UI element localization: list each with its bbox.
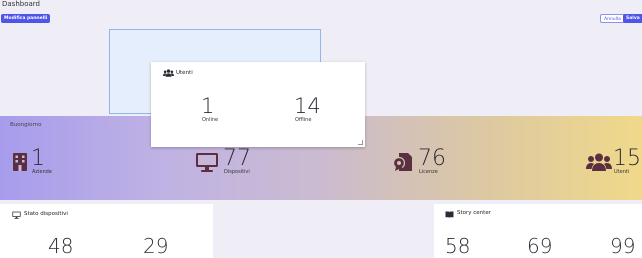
story-center-value-3: 99 bbox=[610, 234, 636, 258]
book-icon bbox=[445, 211, 454, 218]
stat-value-licenses: 76 bbox=[418, 146, 446, 171]
stat-value-devices: 77 bbox=[223, 146, 251, 171]
stat-label-users: Utenti bbox=[614, 169, 630, 175]
stat-value-users: 15 bbox=[613, 146, 641, 171]
device-status-value-1: 48 bbox=[48, 234, 74, 258]
building-icon bbox=[12, 152, 28, 171]
story-center-panel[interactable]: Story center 58 69 99 bbox=[434, 204, 642, 258]
stat-label-companies: Aziende bbox=[32, 169, 52, 175]
device-status-panel[interactable]: Stato dispositivi 48 29 bbox=[0, 204, 213, 258]
license-icon bbox=[393, 152, 413, 172]
story-center-value-1: 58 bbox=[445, 234, 471, 258]
stat-label-licenses: Licenze bbox=[419, 169, 438, 175]
stat-value-companies: 1 bbox=[31, 146, 45, 171]
story-center-title: Story center bbox=[457, 210, 491, 216]
story-center-value-2: 69 bbox=[527, 234, 553, 258]
users-online-label: Online bbox=[202, 117, 219, 123]
greeting-text: Buongiorno bbox=[10, 122, 42, 128]
stat-label-devices: Dispositivi bbox=[224, 169, 250, 175]
users-online-value: 1 bbox=[201, 94, 215, 118]
device-status-icon bbox=[12, 211, 21, 219]
users-offline-value: 14 bbox=[294, 94, 321, 118]
device-status-title: Stato dispositivi bbox=[24, 211, 68, 217]
resize-handle[interactable] bbox=[358, 140, 363, 145]
edit-panels-button[interactable]: Modifica pannelli bbox=[1, 14, 51, 23]
page-title: Dashboard bbox=[2, 0, 40, 8]
users-panel-title: Utenti bbox=[176, 70, 193, 76]
device-status-value-2: 29 bbox=[143, 234, 169, 258]
users-icon bbox=[586, 153, 612, 171]
cancel-button[interactable]: Annulla bbox=[600, 14, 625, 23]
users-offline-label: Offline bbox=[295, 117, 312, 123]
users-panel-icon bbox=[163, 69, 174, 77]
monitor-icon bbox=[195, 152, 219, 172]
users-panel[interactable]: Utenti 1 Online 14 Offline bbox=[151, 62, 365, 147]
save-button[interactable]: Salva bbox=[623, 14, 642, 23]
